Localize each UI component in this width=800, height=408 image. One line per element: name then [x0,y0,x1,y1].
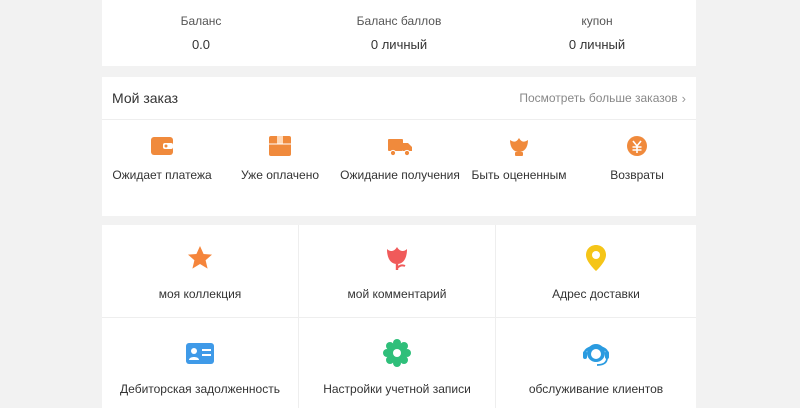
grid-account-settings[interactable]: Настройки учетной записи [299,318,496,408]
id-card-icon [186,343,214,364]
order-returns[interactable]: Возвраты [572,134,702,185]
order-paid-label: Уже оплачено [240,168,320,182]
location-pin-icon [586,245,606,271]
grid-receivables-label: Дебиторская задолженность [120,382,280,396]
order-to-be-rated[interactable]: Быть оцененным [454,134,584,185]
grid-account-settings-label: Настройки учетной записи [323,382,471,396]
grid-customer-service[interactable]: обслуживание клиентов [496,318,696,408]
grid-delivery-address[interactable]: Адрес доставки [496,225,696,318]
stat-points-label: Баланс баллов [356,14,442,28]
order-awaiting-delivery[interactable]: Ожидание получения [335,134,465,185]
grid-my-comment-label: мой комментарий [347,287,447,301]
chevron-right-icon: › [681,90,686,106]
grid-my-collection[interactable]: моя коллекция [102,225,299,318]
order-pending-payment[interactable]: Ожидает платежа [97,134,227,185]
stat-balance-value: 0.0 [191,37,211,52]
grid-my-collection-label: моя коллекция [158,287,242,301]
stat-coupon-label: купон [581,14,613,28]
my-orders-card: Мой заказ Посмотреть больше заказов › Ож… [102,77,696,216]
orders-title: Мой заказ [112,90,179,106]
orders-header: Мой заказ Посмотреть больше заказов › [102,77,696,120]
grid-my-comment[interactable]: мой комментарий [299,225,496,318]
stat-balance-label: Баланс [180,14,222,28]
order-paid[interactable]: Уже оплачено [215,134,345,185]
stat-balance[interactable]: Баланс 0.0 [102,0,300,66]
lotus-icon [510,138,528,156]
services-grid: моя коллекция мой комментарий Адрес дост… [102,225,696,408]
settings-gear-icon [383,339,411,367]
star-icon [188,246,212,269]
tulip-icon [387,247,407,270]
refund-icon [627,136,647,156]
view-more-orders-link[interactable]: Посмотреть больше заказов › [519,91,686,106]
view-more-orders-label: Посмотреть больше заказов [519,91,678,105]
wallet-icon [151,137,173,155]
grid-customer-service-label: обслуживание клиентов [528,382,664,396]
order-awaiting-delivery-label: Ожидание получения [340,168,460,182]
order-pending-payment-label: Ожидает платежа [112,168,212,182]
order-status-row: Ожидает платежа Уже оплачено Ожидание по… [102,120,696,215]
grid-receivables[interactable]: Дебиторская задолженность [102,318,299,408]
truck-icon [388,139,412,157]
grid-delivery-address-label: Адрес доставки [552,287,640,301]
box-icon [269,136,291,156]
stat-coupon-value: 0 личный [568,37,626,52]
account-stats: Баланс 0.0 Баланс баллов 0 личный купон … [102,0,696,66]
headset-icon [583,344,609,366]
order-returns-label: Возвраты [610,168,664,182]
order-to-be-rated-label: Быть оцененным [471,168,567,182]
stat-points[interactable]: Баланс баллов 0 личный [300,0,498,66]
stat-points-value: 0 личный [370,37,428,52]
stat-coupon[interactable]: купон 0 личный [498,0,696,66]
